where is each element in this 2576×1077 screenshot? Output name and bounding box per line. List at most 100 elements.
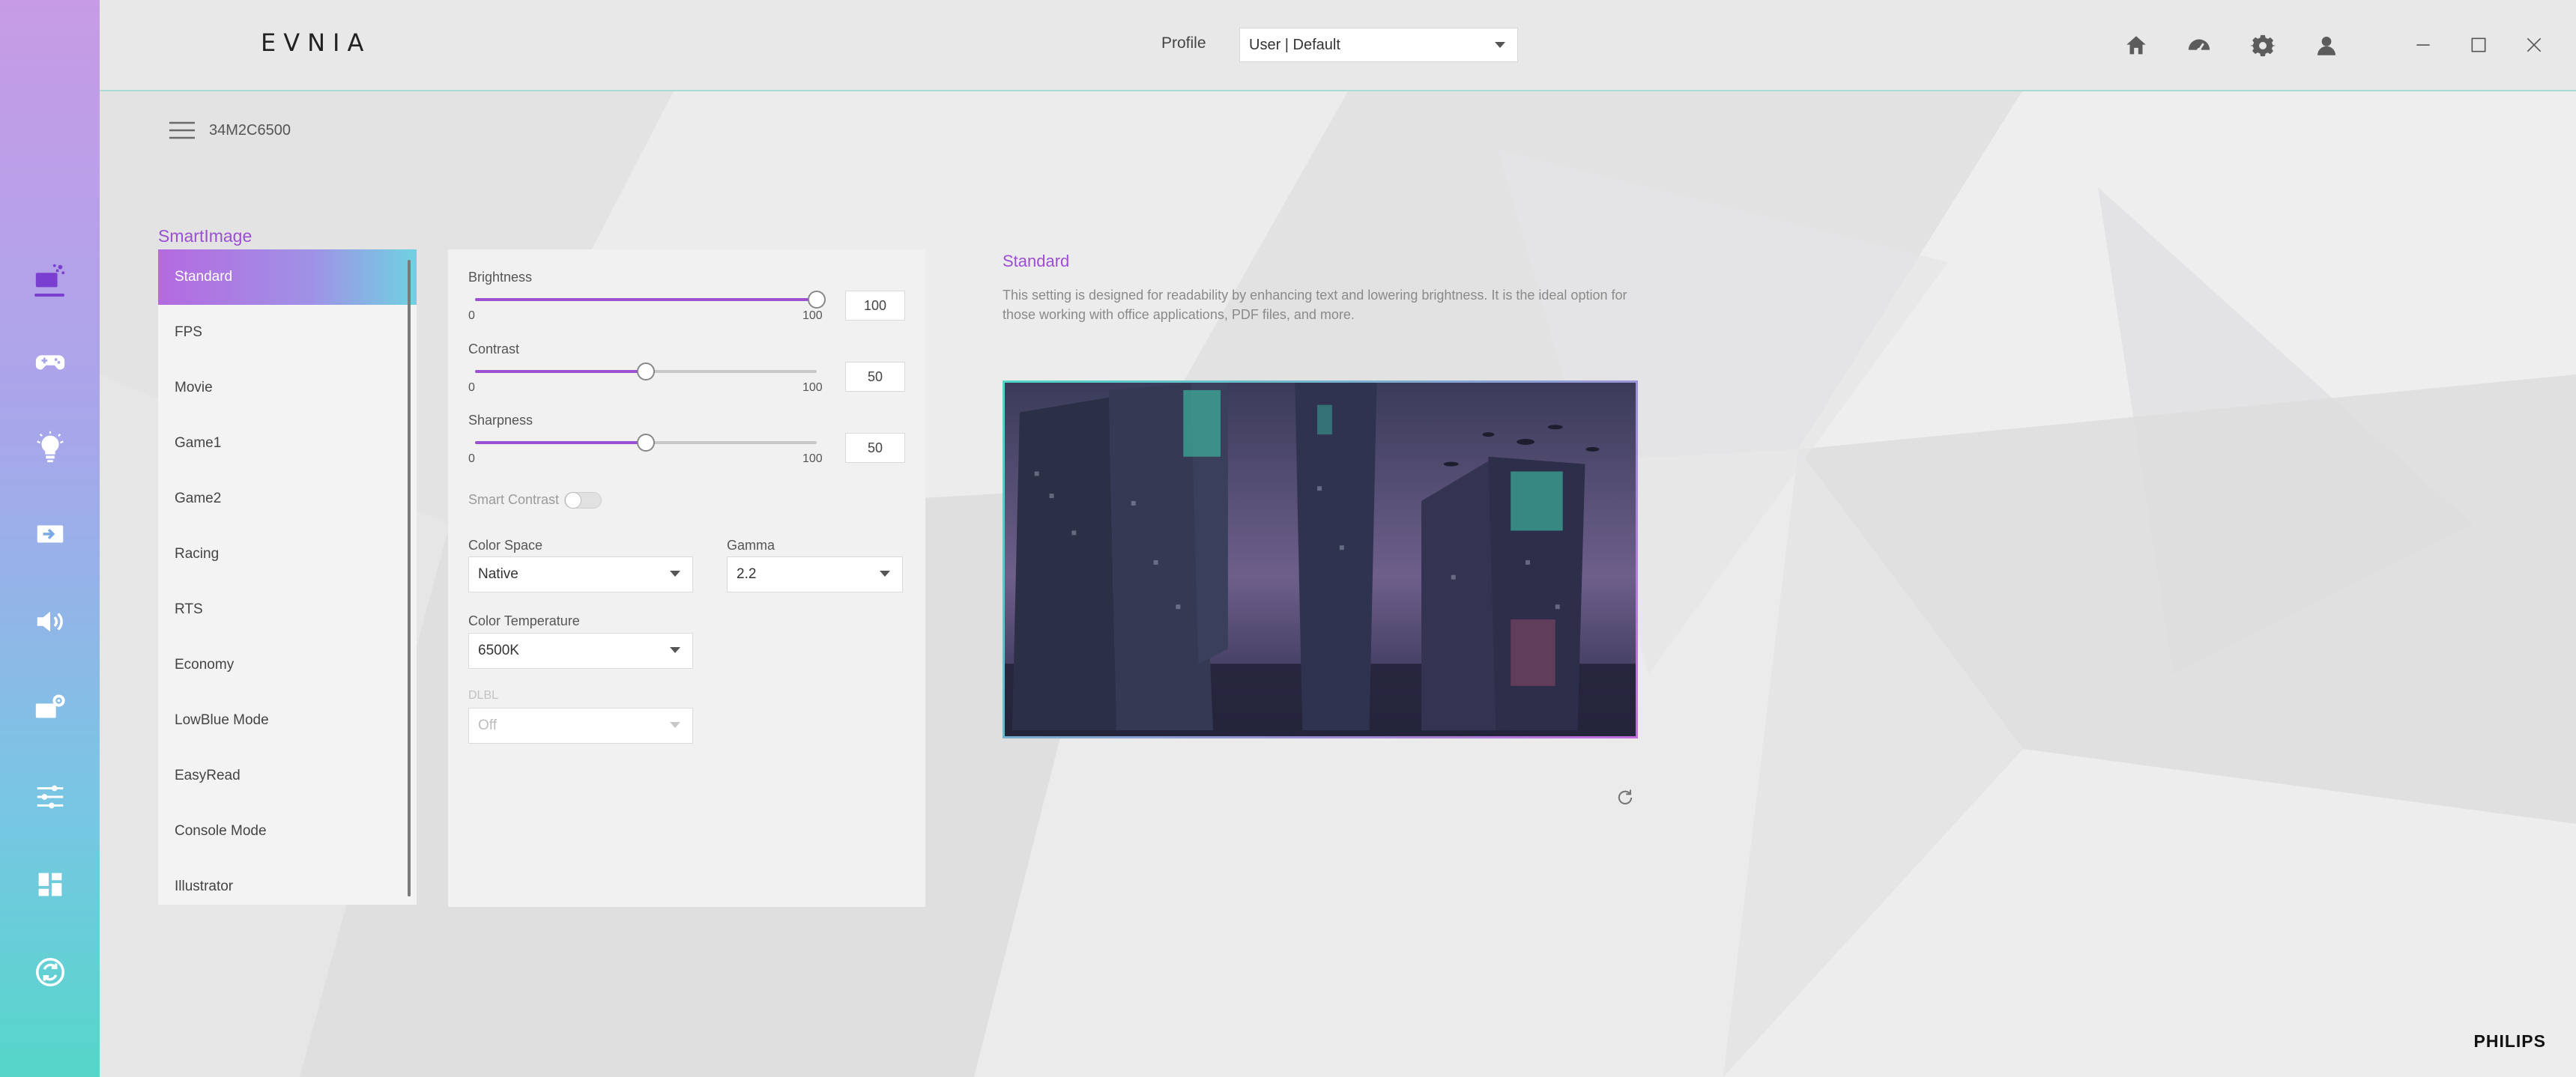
dashboard-icon: [2188, 39, 2210, 52]
mode-item-lowblue-mode[interactable]: LowBlue Mode: [158, 693, 417, 748]
slider-thumb[interactable]: [808, 291, 826, 309]
sidebar-item-audio[interactable]: [0, 592, 100, 652]
mode-item-racing[interactable]: Racing: [158, 527, 417, 582]
profile-dropdown[interactable]: User | Default: [1239, 28, 1518, 62]
sidebar-item-input[interactable]: [0, 504, 100, 564]
sharpness-min: 0: [468, 452, 475, 465]
sidebar-item-adjustments[interactable]: [0, 767, 100, 827]
preview-image: [1003, 380, 1638, 738]
gamma-label: Gamma: [727, 538, 775, 553]
chevron-down-icon: [670, 571, 680, 577]
maximize-button[interactable]: [2460, 27, 2497, 63]
home-button[interactable]: [2119, 28, 2153, 63]
smart-contrast-label: Smart Contrast: [468, 492, 560, 507]
sidebar-item-sync[interactable]: [0, 942, 100, 1002]
smartimage-icon: [35, 264, 64, 288]
brand-logo: PHILIPS: [2473, 1031, 2546, 1051]
settings-button[interactable]: [2246, 28, 2280, 63]
input-icon: [37, 525, 63, 543]
gamma-value: 2.2: [737, 566, 757, 582]
hamburger-menu-icon: [169, 121, 195, 139]
profile-value: User | Default: [1249, 36, 1340, 53]
minimize-icon: [2416, 44, 2430, 46]
mode-item-standard[interactable]: Standard: [158, 249, 417, 305]
color-temperature-dropdown[interactable]: 6500K: [468, 633, 693, 669]
brightness-slider[interactable]: [475, 291, 826, 309]
gamma-dropdown[interactable]: 2.2: [727, 556, 903, 592]
refresh-icon: [1618, 789, 1633, 805]
mode-item-console-mode[interactable]: Console Mode: [158, 804, 417, 859]
sharpness-label: Sharpness: [468, 413, 533, 428]
chevron-down-icon: [880, 571, 890, 577]
close-icon: [2527, 37, 2542, 52]
contrast-value[interactable]: 50: [845, 362, 905, 392]
color-space-dropdown[interactable]: Native: [468, 556, 693, 592]
contrast-max: 100: [802, 381, 823, 394]
brightness-value[interactable]: 100: [845, 291, 905, 321]
dashboard-button[interactable]: [2182, 28, 2216, 63]
city-scene-image: [1005, 383, 1636, 736]
sharpness-slider[interactable]: [475, 434, 817, 452]
mode-item-game1[interactable]: Game1: [158, 416, 417, 471]
mode-item-easyread[interactable]: EasyRead: [158, 748, 417, 804]
brightness-max: 100: [802, 309, 823, 322]
mode-item-movie[interactable]: Movie: [158, 360, 417, 416]
mode-item-rts[interactable]: RTS: [158, 582, 417, 637]
sidebar-item-light[interactable]: [0, 417, 100, 477]
sharpness-value[interactable]: 50: [845, 433, 905, 463]
smart-contrast-toggle[interactable]: [564, 492, 602, 509]
color-temperature-value: 6500K: [478, 643, 519, 658]
slider-fill: [475, 298, 817, 301]
color-space-value: Native: [478, 566, 518, 582]
mode-item-illustrator[interactable]: Illustrator: [158, 859, 417, 905]
sidebar-item-game[interactable]: [0, 331, 100, 391]
user-icon: [2317, 36, 2336, 55]
menu-button[interactable]: [169, 117, 196, 144]
profile-label: Profile: [1161, 34, 1206, 52]
layout-grid-icon: [38, 873, 61, 897]
monitor-settings-icon: [35, 694, 65, 718]
color-temperature-label: Color Temperature: [468, 613, 580, 628]
brightness-min: 0: [468, 309, 475, 322]
chevron-down-icon: [1495, 42, 1505, 48]
minimize-button[interactable]: [2404, 27, 2442, 63]
gamepad-icon: [35, 355, 64, 370]
contrast-slider[interactable]: [475, 362, 817, 380]
left-nav-rail: [0, 0, 100, 1077]
sidebar-item-smartimage[interactable]: [0, 247, 100, 307]
picture-settings-panel: Brightness 0 100 100 Contrast 0 100 50 S…: [448, 249, 925, 907]
mode-description: This setting is designed for readability…: [1003, 288, 1627, 322]
sidebar-item-monitor-settings[interactable]: [0, 679, 100, 739]
toggle-knob: [565, 492, 581, 509]
mode-list-scrollbar[interactable]: [408, 260, 411, 897]
dlbl-label: DLBL: [468, 689, 499, 702]
mode-item-game2[interactable]: Game2: [158, 471, 417, 527]
device-name: 34M2C6500: [209, 121, 291, 139]
smartimage-title: SmartImage: [158, 226, 253, 246]
mode-item-economy[interactable]: Economy: [158, 637, 417, 693]
slider-fill: [475, 441, 646, 444]
brightness-label: Brightness: [468, 270, 533, 285]
mode-description-title: Standard: [1003, 252, 1070, 270]
close-button[interactable]: [2515, 27, 2553, 63]
user-button[interactable]: [2309, 28, 2344, 63]
contrast-min: 0: [468, 381, 475, 394]
dlbl-dropdown: Off: [468, 708, 693, 744]
sidebar-item-layout[interactable]: [0, 855, 100, 914]
slider-fill: [475, 370, 646, 373]
light-bulb-icon: [36, 431, 64, 463]
slider-thumb[interactable]: [637, 434, 655, 452]
device-bar: 34M2C6500: [169, 117, 291, 144]
header-divider: [100, 90, 2576, 91]
dlbl-value: Off: [478, 718, 497, 733]
sharpness-max: 100: [802, 452, 823, 465]
maximize-icon: [2471, 37, 2486, 52]
smartimage-mode-list: Standard FPS Movie Game1 Game2 Racing RT…: [158, 249, 417, 905]
reset-button[interactable]: [1612, 784, 1639, 811]
settings-icon: [2250, 34, 2276, 57]
mode-item-fps[interactable]: FPS: [158, 305, 417, 360]
contrast-label: Contrast: [468, 342, 520, 357]
slider-thumb[interactable]: [637, 362, 655, 380]
chevron-down-icon: [670, 722, 680, 728]
app-logo: EVNIA: [261, 28, 372, 57]
